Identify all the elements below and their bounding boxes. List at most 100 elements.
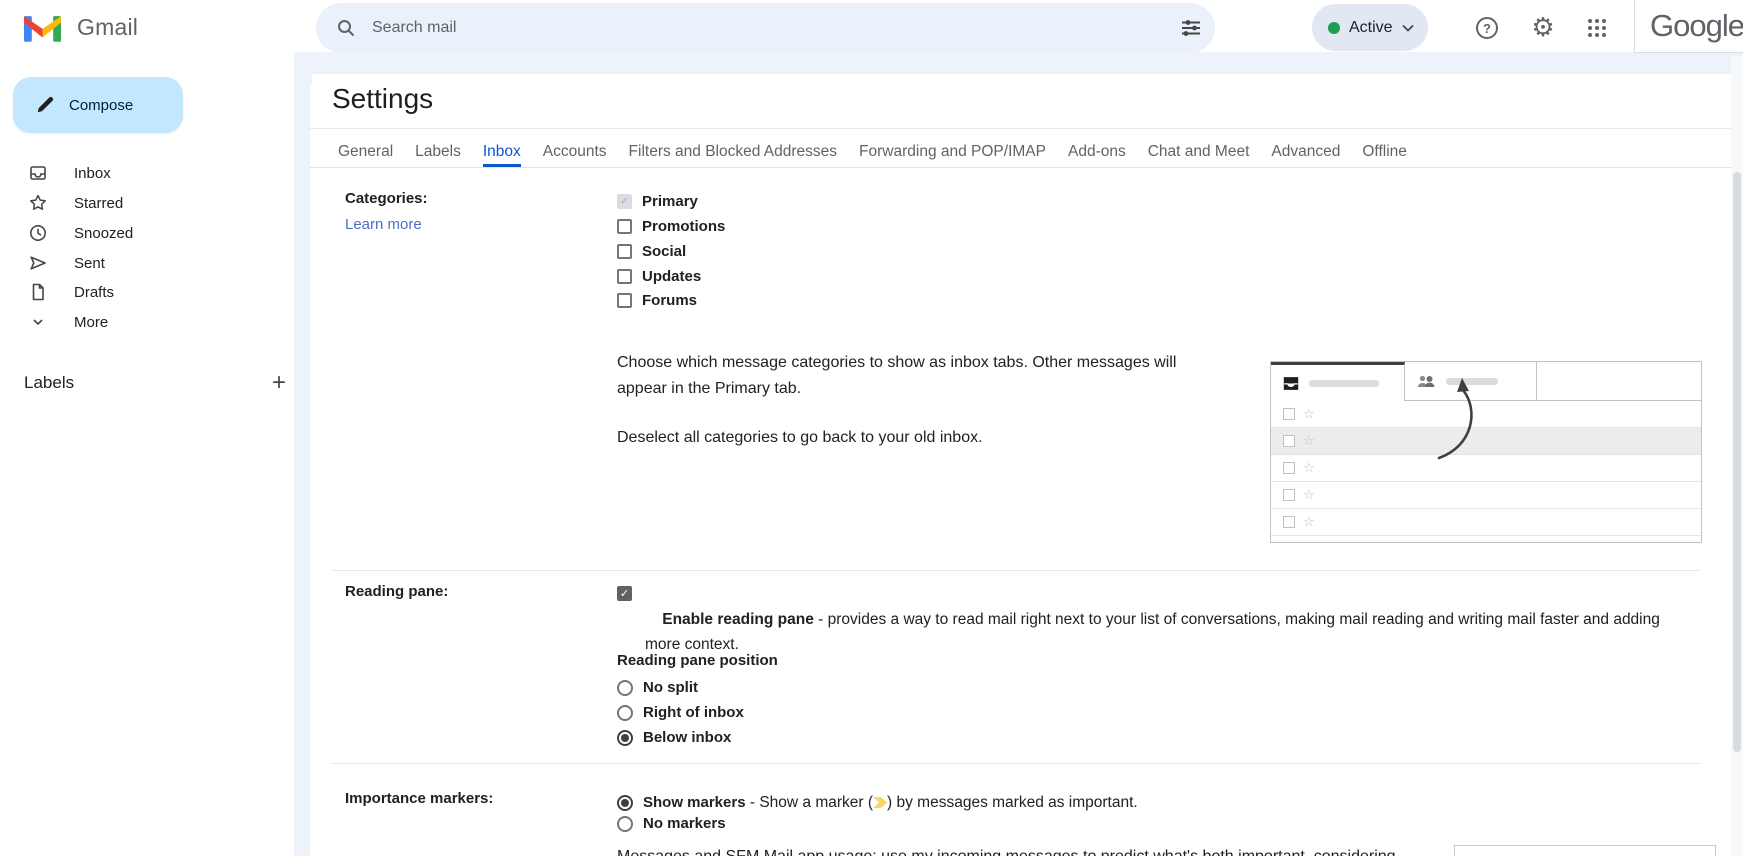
sidebar-item-snoozed[interactable]: Snoozed — [0, 218, 260, 248]
show-markers-desc-before: - Show a marker ( — [745, 794, 874, 811]
apps-grid-icon[interactable] — [1574, 5, 1620, 51]
no-markers-radio[interactable] — [617, 815, 633, 832]
radio-label: No split — [643, 679, 698, 696]
pencil-icon — [35, 95, 55, 115]
sidebar-item-label: Drafts — [74, 283, 115, 301]
settings-tabs: General Labels Inbox Accounts Filters an… — [310, 139, 1733, 168]
send-icon — [28, 253, 48, 273]
tab-chat-meet[interactable]: Chat and Meet — [1148, 139, 1250, 167]
tab-offline[interactable]: Offline — [1362, 139, 1407, 167]
tab-advanced[interactable]: Advanced — [1271, 139, 1340, 167]
categories-description: Choose which message categories to show … — [617, 354, 1177, 397]
tab-labels[interactable]: Labels — [415, 139, 461, 167]
checkbox-label: Forums — [642, 292, 698, 309]
background-gutter-top — [294, 52, 1743, 74]
inbox-icon — [28, 163, 48, 183]
reading-pane-label: Reading pane: — [345, 583, 449, 600]
status-label: Active — [1349, 18, 1393, 36]
search-icon[interactable] — [316, 18, 370, 38]
gmail-logo-icon — [24, 13, 61, 42]
social-checkbox[interactable] — [617, 244, 632, 259]
tab-general[interactable]: General — [338, 139, 393, 167]
google-wordmark: Google — [1650, 8, 1743, 43]
tab-filters[interactable]: Filters and Blocked Addresses — [629, 139, 838, 167]
radio-row-below-inbox: Below inbox — [617, 729, 731, 746]
checkbox-row-primary: Primary — [617, 193, 698, 210]
labels-section-header: Labels + — [24, 371, 286, 395]
categories-learn-more-link[interactable]: Learn more — [345, 216, 422, 233]
sidebar-item-label: Inbox — [74, 164, 111, 182]
below-inbox-radio[interactable] — [617, 729, 633, 746]
categories-label: Categories: — [345, 190, 428, 207]
help-icon[interactable]: ? — [1464, 5, 1510, 51]
gmail-settings-page: Gmail Active ? ⚙ — [0, 0, 1743, 856]
tab-addons[interactable]: Add-ons — [1068, 139, 1126, 167]
checkbox-label: Promotions — [642, 218, 726, 235]
gear-icon[interactable]: ⚙ — [1520, 5, 1566, 51]
status-chip[interactable]: Active — [1312, 4, 1428, 51]
draft-icon — [28, 282, 48, 302]
gmail-wordmark: Gmail — [77, 14, 139, 40]
enable-reading-pane-text: Enable reading pane - provides a way to … — [645, 582, 1660, 682]
checkbox-label: Primary — [642, 193, 698, 210]
radio-row-no-markers: No markers — [617, 815, 726, 832]
importance-markers-label: Importance markers: — [345, 790, 494, 807]
sidebar-item-sent[interactable]: Sent — [0, 248, 260, 278]
radio-row-right-of-inbox: Right of inbox — [617, 704, 744, 721]
chevron-down-icon — [1401, 24, 1414, 32]
promotions-checkbox[interactable] — [617, 219, 632, 234]
google-overlay-window: Google — [1634, 0, 1743, 53]
search-bar[interactable] — [316, 3, 1215, 53]
categories-illustration: ☆ ☆ ☆ ☆ ☆ — [1270, 361, 1702, 543]
primary-checkbox[interactable] — [617, 194, 632, 209]
enable-reading-pane-checkbox[interactable] — [617, 586, 632, 601]
compose-label: Compose — [69, 96, 134, 114]
sidebar-item-drafts[interactable]: Drafts — [0, 277, 260, 307]
importance-illustration-partial — [1454, 845, 1716, 856]
gmail-brand: Gmail — [24, 13, 138, 42]
tab-inbox[interactable]: Inbox — [482, 139, 521, 167]
radio-row-show-markers: Show markers - Show a marker ( ) by messa… — [617, 790, 1138, 815]
show-markers-radio[interactable] — [617, 794, 633, 811]
checkbox-row-social: Social — [617, 243, 686, 260]
tune-icon[interactable] — [1167, 4, 1215, 52]
tab-forwarding[interactable]: Forwarding and POP/IMAP — [859, 139, 1046, 167]
no-split-radio[interactable] — [617, 679, 633, 696]
sidebar-item-more[interactable]: More — [0, 307, 260, 337]
search-input[interactable] — [370, 18, 1167, 38]
sidebar-item-inbox[interactable]: Inbox — [0, 158, 260, 188]
no-markers-label: No markers — [643, 815, 726, 832]
updates-checkbox[interactable] — [617, 269, 632, 284]
sidebar-item-starred[interactable]: Starred — [0, 188, 260, 218]
show-markers-text: Show markers - Show a marker ( ) by messa… — [643, 790, 1138, 815]
sidebar-item-label: Sent — [74, 254, 105, 272]
reading-pane-position-header: Reading pane position — [617, 652, 778, 669]
show-markers-label: Show markers — [643, 794, 746, 811]
create-label-button[interactable]: + — [272, 371, 286, 395]
right-of-inbox-radio[interactable] — [617, 704, 633, 721]
checkbox-row-promotions: Promotions — [617, 218, 725, 235]
curved-arrow — [1437, 378, 1473, 460]
radio-row-no-split: No split — [617, 679, 698, 696]
section-divider — [332, 570, 1700, 571]
radio-label: Below inbox — [643, 729, 732, 746]
chevron-down-icon — [28, 312, 48, 332]
show-markers-desc-after: ) by messages marked as important. — [887, 794, 1138, 811]
forums-checkbox[interactable] — [617, 293, 632, 308]
checkbox-label: Updates — [642, 268, 702, 285]
checkbox-label: Social — [642, 243, 687, 260]
sidebar-item-label: Starred — [74, 194, 124, 212]
radio-label: Right of inbox — [643, 704, 744, 721]
title-divider — [310, 128, 1743, 129]
checkbox-row-updates: Updates — [617, 268, 701, 285]
status-green-dot — [1328, 21, 1340, 34]
enable-reading-pane-label: Enable reading pane — [662, 611, 814, 628]
categories-description-2: Deselect all categories to go back to yo… — [617, 429, 983, 446]
importance-marker-icon — [873, 797, 888, 808]
section-divider — [332, 763, 1700, 764]
checkbox-row-forums: Forums — [617, 292, 697, 309]
tab-accounts[interactable]: Accounts — [543, 139, 607, 167]
clock-icon — [28, 223, 48, 243]
scrollbar-thumb[interactable] — [1733, 172, 1741, 752]
compose-button[interactable]: Compose — [13, 77, 183, 133]
